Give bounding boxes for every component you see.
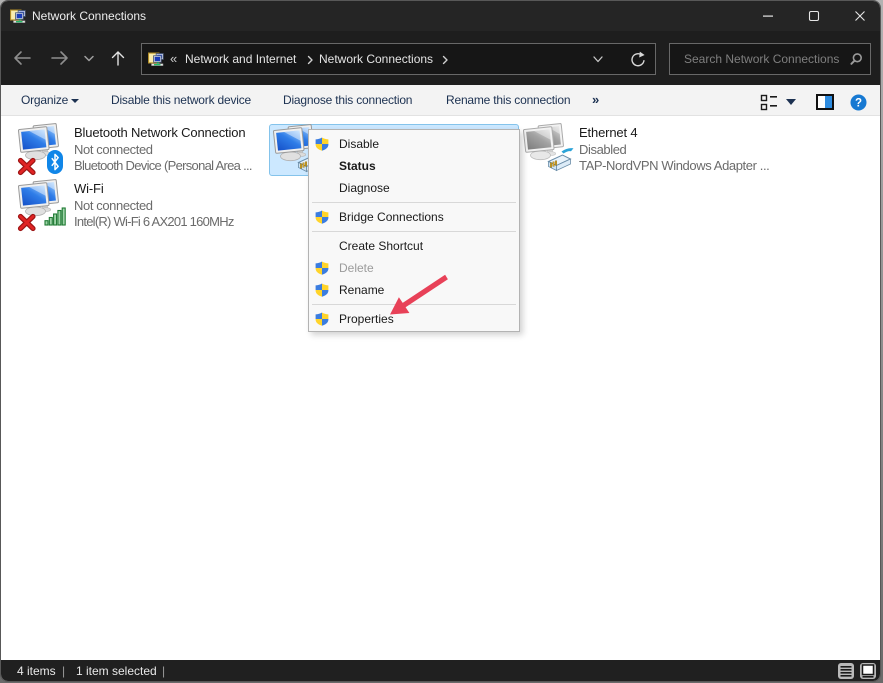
svg-text:?: ? — [855, 98, 862, 110]
